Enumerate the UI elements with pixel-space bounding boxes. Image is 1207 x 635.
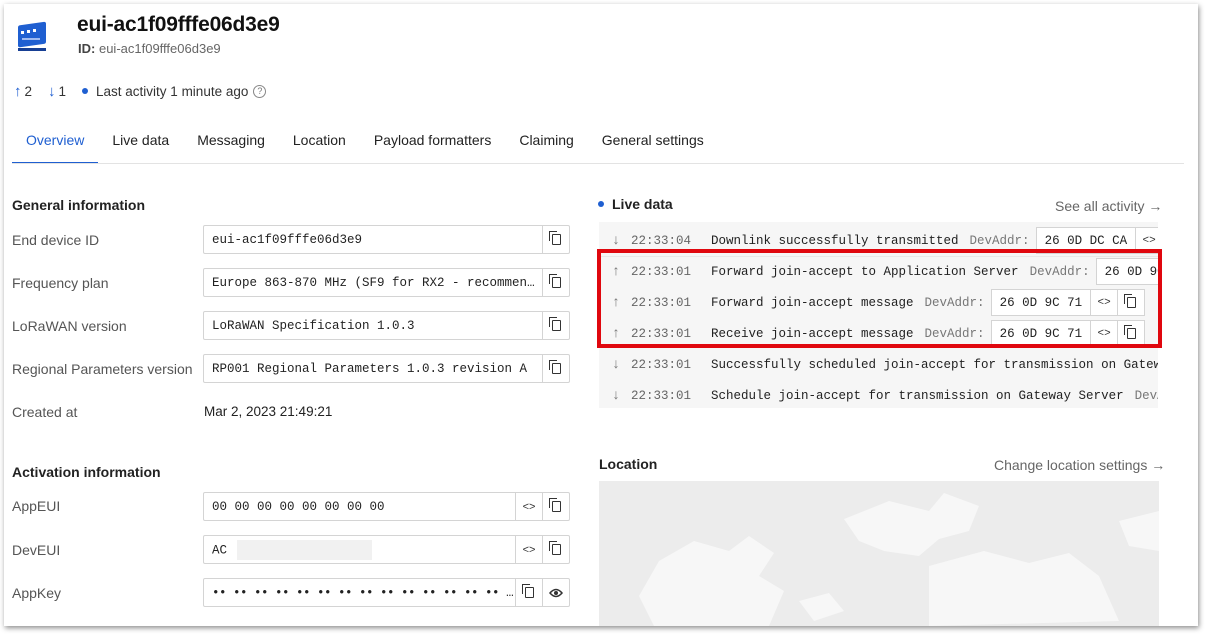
tab-location[interactable]: Location [279, 122, 360, 164]
regional-parameters-label: Regional Parameters version [12, 361, 193, 377]
copy-button[interactable] [542, 536, 569, 563]
highlight-box [597, 249, 1162, 348]
copy-icon [548, 317, 561, 331]
arrow-up-icon: ↑ [14, 82, 22, 100]
tab-live-data[interactable]: Live data [98, 122, 183, 164]
tab-payload-formatters[interactable]: Payload formatters [360, 122, 506, 164]
created-at-label: Created at [12, 404, 78, 420]
appeui-field: 00 00 00 00 00 00 00 00 <> [203, 492, 570, 521]
deveui-label: DevEUI [12, 542, 61, 558]
live-data-label: Live data [612, 196, 673, 212]
appeui-label: AppEUI [12, 498, 61, 514]
event-time: 22:33:04 [631, 233, 692, 248]
page-title: eui-ac1f09fffe06d3e9 [77, 13, 280, 36]
appkey-field: •• •• •• •• •• •• •• •• •• •• •• •• •• •… [203, 578, 570, 607]
copy-button[interactable] [542, 493, 569, 520]
frequency-plan-field: Europe 863-870 MHz (SF9 for RX2 - recomm… [203, 268, 570, 297]
arrow-down-icon: ↓ [611, 356, 621, 373]
show-secret-button[interactable] [542, 579, 569, 606]
copy-button[interactable] [515, 579, 542, 606]
event-row[interactable]: ↓ 22:33:01 Successfully scheduled join-a… [599, 349, 1158, 380]
end-device-id-field: eui-ac1f09fffe06d3e9 [203, 225, 570, 254]
redaction-mask [237, 539, 373, 560]
tab-overview[interactable]: Overview [12, 122, 99, 164]
arrow-down-icon: ↓ [611, 232, 621, 249]
devaddr-value: 26 0D DC CA [1044, 233, 1128, 248]
activity-stats: ↑ 2 ↓ 1 Last activity 1 minute ago ? [14, 82, 267, 100]
location-map[interactable] [599, 481, 1159, 626]
eye-icon [549, 588, 563, 597]
devaddr-key: DevAddr: [1134, 388, 1158, 403]
event-message: Schedule join-accept for transmission on… [711, 388, 1124, 403]
copy-button[interactable] [542, 355, 569, 382]
live-data-title: Live data [598, 196, 673, 212]
copy-icon [548, 360, 561, 374]
end-device-id-label: End device ID [12, 232, 100, 248]
frequency-plan-label: Frequency plan [12, 275, 109, 291]
created-at-value: Mar 2, 2023 21:49:21 [204, 404, 333, 419]
tab-divider [12, 163, 1184, 164]
tab-general-settings[interactable]: General settings [588, 122, 718, 164]
status-dot-icon [598, 201, 604, 207]
change-location-settings-link[interactable]: Change location settings → [994, 457, 1165, 473]
devaddr-key: DevAddr: [969, 233, 1030, 248]
copy-button[interactable] [542, 226, 569, 253]
see-all-activity-link[interactable]: See all activity → [1055, 198, 1162, 214]
last-activity: Last activity 1 minute ago [96, 83, 249, 99]
tab-claiming[interactable]: Claiming [505, 122, 587, 164]
event-message: Successfully scheduled join-accept for t… [711, 357, 1158, 372]
event-message: Downlink successfully transmitted [711, 233, 959, 248]
activation-information-title: Activation information [12, 464, 161, 480]
copy-button[interactable] [542, 312, 569, 339]
uplink-count: 2 [24, 83, 33, 99]
appeui-value: 00 00 00 00 00 00 00 00 [212, 499, 385, 514]
general-information-title: General information [12, 197, 146, 213]
copy-icon [521, 584, 534, 598]
status-dot-icon [82, 88, 89, 94]
frequency-plan-value: Europe 863-870 MHz (SF9 for RX2 - recomm… [212, 275, 542, 290]
help-icon[interactable]: ? [253, 84, 267, 98]
tab-bar: Overview Live data Messaging Location Pa… [12, 122, 718, 164]
arrow-down-icon: ↓ [611, 387, 621, 404]
deveui-value: AC [212, 542, 228, 557]
lorawan-version-field: LoRaWAN Specification 1.0.3 [203, 311, 570, 340]
event-time: 22:33:01 [631, 388, 692, 403]
tab-messaging[interactable]: Messaging [183, 122, 279, 164]
device-id: ID: eui-ac1f09fffe06d3e9 [78, 41, 221, 56]
device-id-value: eui-ac1f09fffe06d3e9 [98, 41, 221, 56]
regional-parameters-value: RP001 Regional Parameters 1.0.3 revision… [212, 361, 528, 376]
appkey-value: •• •• •• •• •• •• •• •• •• •• •• •• •• •… [212, 585, 515, 600]
end-device-id-value: eui-ac1f09fffe06d3e9 [212, 232, 363, 247]
toggle-format-button[interactable]: <> [515, 536, 542, 563]
device-id-label: ID: [78, 41, 96, 56]
regional-parameters-field: RP001 Regional Parameters 1.0.3 revision… [203, 354, 570, 383]
copy-icon [548, 231, 561, 245]
event-row[interactable]: ↓ 22:33:01 Schedule join-accept for tran… [599, 380, 1158, 408]
deveui-field: AC <> [203, 535, 570, 564]
location-title: Location [599, 456, 658, 472]
device-icon [18, 21, 46, 51]
event-time: 22:33:01 [631, 357, 692, 372]
copy-icon [548, 541, 561, 555]
appkey-label: AppKey [12, 585, 62, 601]
arrow-down-icon: ↓ [48, 82, 56, 100]
lorawan-version-value: LoRaWAN Specification 1.0.3 [212, 318, 415, 333]
device-overview-window: eui-ac1f09fffe06d3e9 ID: eui-ac1f09fffe0… [4, 4, 1198, 626]
map-graphic [599, 481, 1159, 626]
toggle-format-button[interactable]: <> [515, 493, 542, 520]
copy-icon [548, 274, 561, 288]
copy-button[interactable] [542, 269, 569, 296]
copy-icon [548, 498, 561, 512]
lorawan-version-label: LoRaWAN version [12, 318, 127, 334]
downlink-count: 1 [58, 83, 67, 99]
